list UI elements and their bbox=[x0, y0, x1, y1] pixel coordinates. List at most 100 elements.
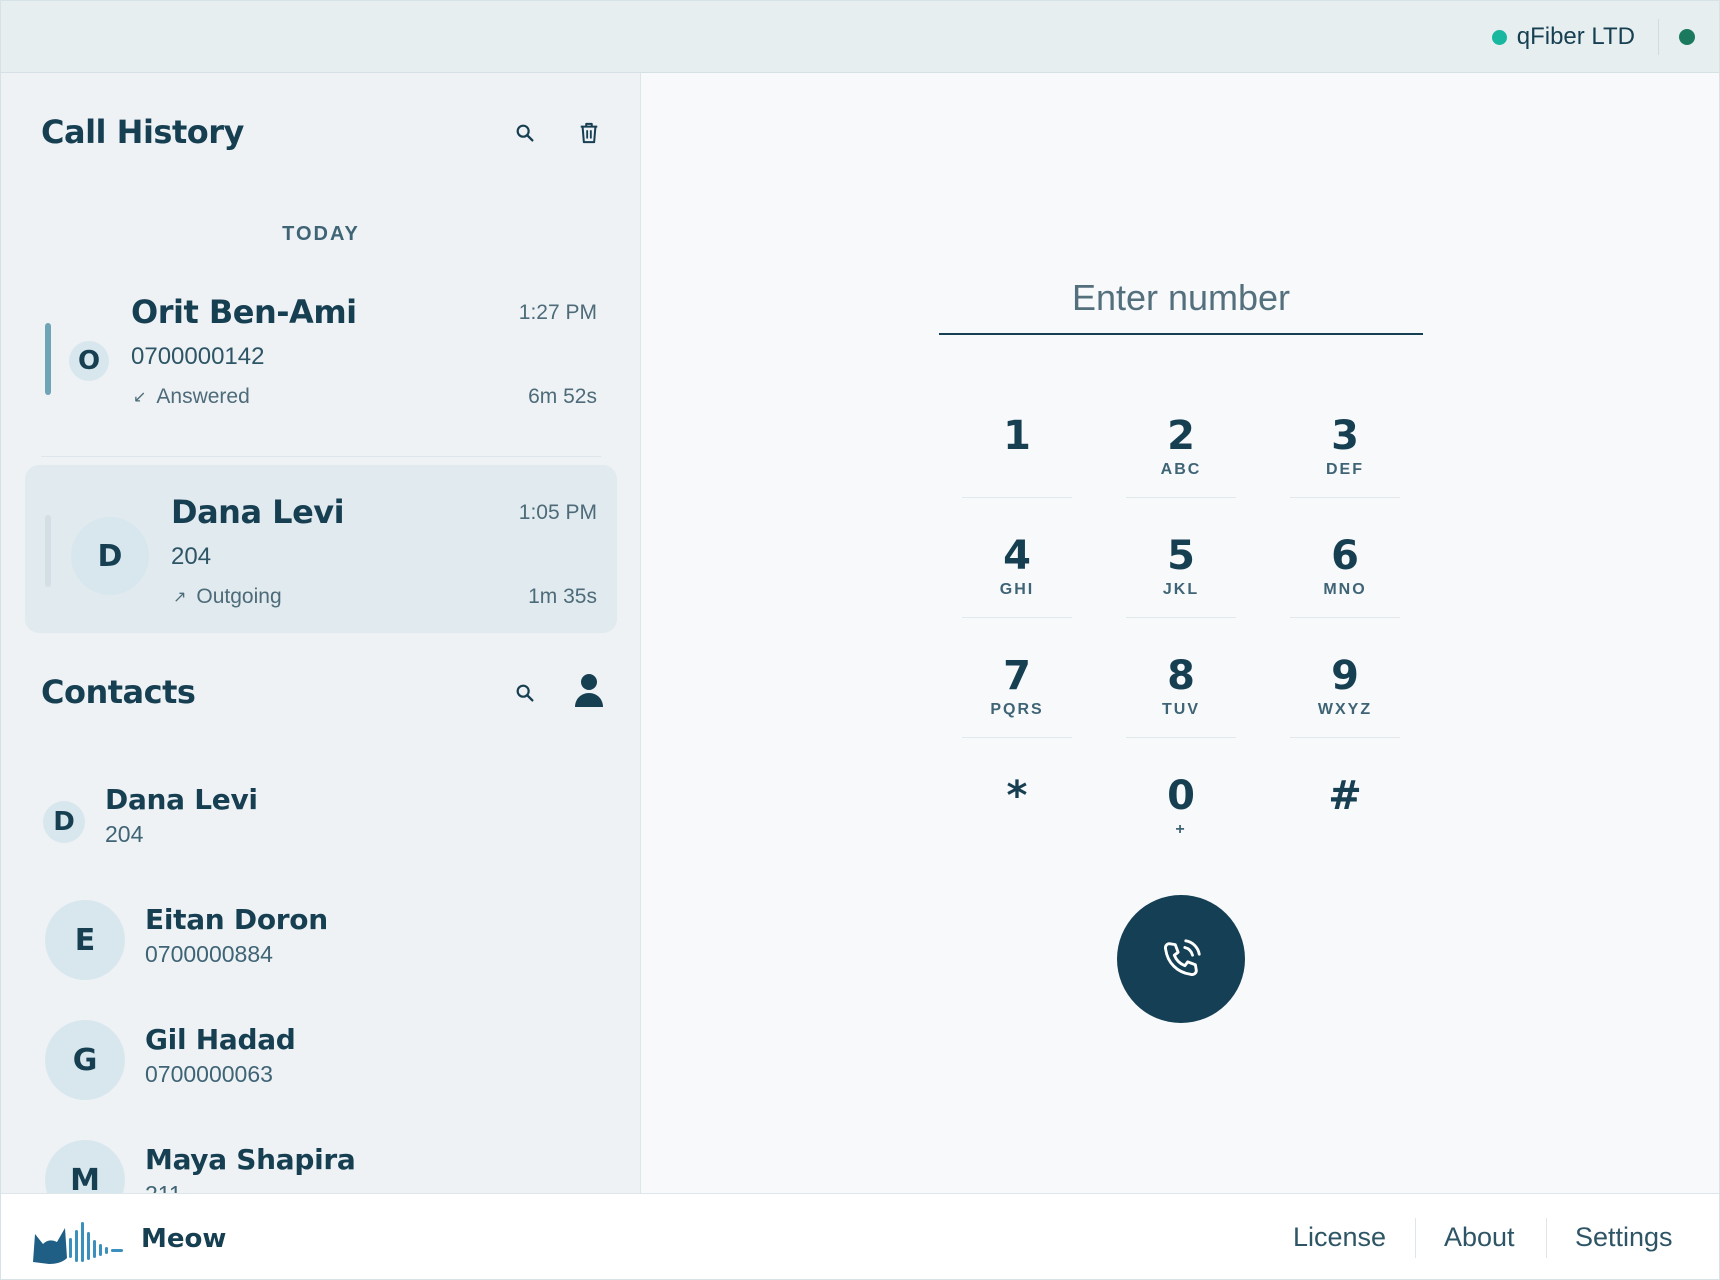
dial-key-1[interactable]: 1 bbox=[962, 398, 1072, 498]
contact-name: Dana Levi bbox=[105, 783, 258, 816]
contact-number: 0700000884 bbox=[145, 941, 273, 967]
footer-separator bbox=[1415, 1218, 1416, 1258]
call-direction-label: Answered bbox=[156, 385, 250, 408]
avatar: M bbox=[45, 1140, 125, 1193]
dial-key-8[interactable]: 8 TUV bbox=[1126, 638, 1236, 738]
dial-key-0[interactable]: 0 + bbox=[1126, 758, 1236, 858]
org-name: qFiber LTD bbox=[1516, 23, 1635, 50]
key-letters: TUV bbox=[1162, 700, 1200, 718]
key-digit: 4 bbox=[1003, 532, 1031, 579]
call-time: 1:27 PM bbox=[518, 301, 597, 324]
incoming-arrow-icon: ↙ bbox=[133, 389, 147, 406]
call-indicator-bar bbox=[45, 515, 51, 587]
key-digit: 3 bbox=[1331, 412, 1359, 459]
key-digit: 8 bbox=[1167, 652, 1195, 699]
dial-key-9[interactable]: 9 WXYZ bbox=[1290, 638, 1400, 738]
dial-key-2[interactable]: 2 ABC bbox=[1126, 398, 1236, 498]
dial-key-3[interactable]: 3 DEF bbox=[1290, 398, 1400, 498]
avatar: G bbox=[45, 1020, 125, 1100]
call-direction-label: Outgoing bbox=[196, 585, 282, 608]
key-letters: JKL bbox=[1162, 580, 1200, 598]
search-call-history-button[interactable] bbox=[505, 113, 545, 153]
key-digit: 2 bbox=[1167, 412, 1195, 459]
contact-number: 211 bbox=[145, 1181, 182, 1193]
phone-call-icon bbox=[1164, 939, 1201, 976]
meow-logo bbox=[33, 1222, 123, 1264]
key-digit: * bbox=[1006, 773, 1028, 819]
key-letters: DEF bbox=[1326, 460, 1364, 478]
contact-name: Eitan Doron bbox=[145, 903, 328, 936]
dial-key-7[interactable]: 7 PQRS bbox=[962, 638, 1072, 738]
key-digit: 7 bbox=[1003, 652, 1031, 699]
call-direction: ↙ Answered bbox=[133, 385, 250, 409]
call-contact-name: Orit Ben-Ami bbox=[131, 293, 357, 331]
add-contact-button[interactable] bbox=[569, 671, 609, 711]
contact-list-item[interactable]: G Gil Hadad 0700000063 bbox=[1, 1003, 640, 1123]
search-icon bbox=[516, 124, 534, 142]
app-window: qFiber LTD Call History TODAY O Orit Ben… bbox=[0, 0, 1720, 1280]
search-icon bbox=[516, 684, 534, 702]
contact-name: Gil Hadad bbox=[145, 1023, 296, 1056]
key-letters: + bbox=[1175, 821, 1187, 838]
contacts-title: Contacts bbox=[41, 673, 196, 711]
key-digit: 5 bbox=[1167, 532, 1195, 579]
top-bar: qFiber LTD bbox=[1, 1, 1719, 73]
contact-list-item[interactable]: E Eitan Doron 0700000884 bbox=[1, 883, 640, 1003]
call-history-item-selected[interactable]: D Dana Levi 1:05 PM 204 ↗ Outgoing 1m 35… bbox=[25, 465, 617, 633]
date-group-label: TODAY bbox=[282, 223, 360, 245]
dial-key-star[interactable]: * bbox=[962, 758, 1072, 858]
dial-key-5[interactable]: 5 JKL bbox=[1126, 518, 1236, 618]
call-indicator-bar bbox=[45, 323, 51, 395]
footer-separator bbox=[1546, 1218, 1547, 1258]
call-direction: ↗ Outgoing bbox=[173, 585, 282, 609]
call-time: 1:05 PM bbox=[518, 501, 597, 524]
trash-icon bbox=[580, 122, 598, 144]
dialer-panel: 1 2ABC 3DEF 4GHI 5JKL 6MNO 7PQRS 8TUV 9W… bbox=[642, 73, 1719, 1193]
contact-number: 0700000063 bbox=[145, 1061, 273, 1087]
dial-key-6[interactable]: 6 MNO bbox=[1290, 518, 1400, 618]
settings-link[interactable]: Settings bbox=[1575, 1222, 1673, 1253]
search-contacts-button[interactable] bbox=[505, 673, 545, 713]
call-duration: 6m 52s bbox=[528, 385, 597, 408]
phone-number-input[interactable] bbox=[939, 263, 1423, 335]
key-letters: ABC bbox=[1160, 460, 1202, 478]
key-letters: WXYZ bbox=[1317, 700, 1373, 718]
contact-number: 204 bbox=[105, 821, 144, 847]
contact-name: Maya Shapira bbox=[145, 1143, 356, 1176]
contact-list-item[interactable]: M Maya Shapira 211 bbox=[1, 1123, 640, 1193]
avatar: D bbox=[71, 517, 149, 595]
call-number: 0700000142 bbox=[131, 343, 265, 370]
call-number: 204 bbox=[171, 543, 212, 570]
dial-key-hash[interactable]: # bbox=[1290, 758, 1400, 858]
key-letters: PQRS bbox=[990, 700, 1044, 718]
left-panel: Call History TODAY O Orit Ben-Ami 1:27 P… bbox=[1, 73, 641, 1193]
key-letters: MNO bbox=[1323, 580, 1367, 598]
avatar: D bbox=[43, 801, 85, 843]
license-link[interactable]: License bbox=[1293, 1222, 1386, 1253]
app-name: Meow bbox=[141, 1224, 227, 1254]
list-divider bbox=[41, 456, 601, 457]
call-contact-name: Dana Levi bbox=[171, 493, 345, 531]
call-duration: 1m 35s bbox=[528, 585, 597, 608]
avatar: O bbox=[69, 341, 109, 381]
avatar: E bbox=[45, 900, 125, 980]
about-link[interactable]: About bbox=[1444, 1222, 1515, 1253]
person-icon bbox=[575, 674, 603, 707]
top-separator bbox=[1658, 19, 1659, 55]
call-history-item[interactable]: O Orit Ben-Ami 1:27 PM 0700000142 ↙ Answ… bbox=[25, 273, 617, 441]
clear-history-button[interactable] bbox=[569, 113, 609, 153]
key-digit: 1 bbox=[1003, 412, 1031, 459]
call-history-title: Call History bbox=[41, 113, 244, 151]
footer: Meow License About Settings bbox=[1, 1193, 1719, 1279]
key-digit: # bbox=[1328, 773, 1362, 819]
key-digit: 9 bbox=[1331, 652, 1359, 699]
key-digit: 0 bbox=[1167, 773, 1195, 819]
org-status-dot bbox=[1491, 29, 1507, 45]
online-status-dot bbox=[1679, 29, 1695, 45]
call-button[interactable] bbox=[1117, 895, 1245, 1023]
organization-indicator[interactable]: qFiber LTD bbox=[1491, 23, 1635, 51]
dial-key-4[interactable]: 4 GHI bbox=[962, 518, 1072, 618]
contact-list-item[interactable]: D Dana Levi 204 bbox=[1, 773, 640, 883]
outgoing-arrow-icon: ↗ bbox=[173, 589, 187, 606]
key-letters: GHI bbox=[999, 580, 1035, 598]
